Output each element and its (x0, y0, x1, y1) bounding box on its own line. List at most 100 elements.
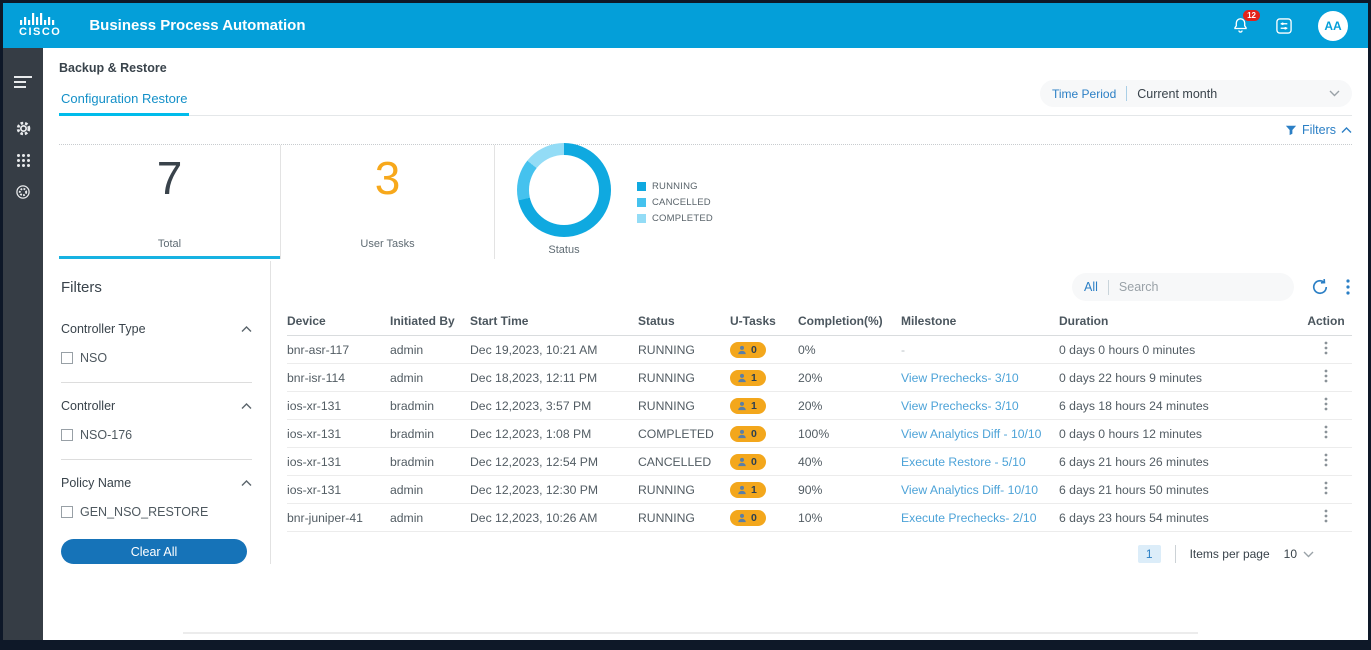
column-header[interactable]: Status (638, 314, 730, 328)
checkbox[interactable] (61, 429, 73, 441)
cell-milestone[interactable]: Execute Prechecks- 2/10 (901, 511, 1059, 525)
cell-u-tasks: 1 (730, 397, 798, 414)
filter-option-nso[interactable]: NSO (61, 351, 252, 365)
cell-initiated-by: admin (390, 482, 424, 497)
table-row[interactable]: ios-xr-131 bradmin Dec 12,2023, 12:54 PM… (287, 448, 1352, 476)
legend-item: COMPLETED (637, 213, 713, 224)
table-row[interactable]: ios-xr-131 bradmin Dec 12,2023, 3:57 PM … (287, 392, 1352, 420)
u-tasks-badge[interactable]: 0 (730, 509, 766, 526)
cell-duration: 0 days 0 hours 12 minutes (1059, 426, 1202, 441)
person-icon (738, 485, 746, 494)
cell-action[interactable] (1300, 453, 1352, 470)
cell-milestone[interactable]: View Analytics Diff- 10/10 (901, 483, 1059, 497)
chevron-up-icon (241, 479, 252, 486)
apps-grid-icon[interactable] (11, 148, 35, 172)
row-kebab-icon[interactable] (1324, 369, 1328, 383)
tab-configuration-restore[interactable]: Configuration Restore (59, 85, 190, 116)
filter-group-header[interactable]: Policy Name (61, 476, 252, 490)
table-row[interactable]: bnr-juniper-41 admin Dec 12,2023, 10:26 … (287, 504, 1352, 532)
table-header-row: Device Initiated By Start Time Status U-… (287, 309, 1352, 336)
avatar[interactable]: AA (1318, 10, 1348, 41)
cell-milestone[interactable]: View Prechecks- 3/10 (901, 399, 1059, 413)
breadcrumb: Backup & Restore (59, 61, 167, 75)
search-input[interactable] (1118, 280, 1249, 294)
cell-action[interactable] (1300, 369, 1352, 386)
u-tasks-badge[interactable]: 0 (730, 425, 766, 442)
checkbox[interactable] (61, 506, 73, 518)
app-header: CISCO Business Process Automation 12 AA (3, 3, 1368, 48)
cell-action[interactable] (1300, 341, 1352, 358)
u-tasks-badge[interactable]: 1 (730, 397, 766, 414)
cell-milestone[interactable]: View Analytics Diff - 10/10 (901, 427, 1059, 441)
cell-status: RUNNING (638, 510, 695, 525)
filter-group-header[interactable]: Controller (61, 399, 252, 413)
row-kebab-icon[interactable] (1324, 509, 1328, 523)
items-per-page-value: 10 (1283, 547, 1297, 561)
row-kebab-icon[interactable] (1324, 425, 1328, 439)
app-title: Business Process Automation (89, 17, 306, 34)
cell-completion: 40% (798, 454, 823, 469)
table-row[interactable]: bnr-isr-114 admin Dec 18,2023, 12:11 PM … (287, 364, 1352, 392)
page-number-button[interactable]: 1 (1137, 545, 1161, 563)
table-body: bnr-asr-117 admin Dec 19,2023, 10:21 AM … (287, 336, 1352, 532)
gear-icon[interactable] (11, 116, 35, 140)
row-kebab-icon[interactable] (1324, 341, 1328, 355)
cell-initiated-by: admin (390, 342, 424, 357)
filter-option-gen-nso-restore[interactable]: GEN_NSO_RESTORE (61, 505, 252, 519)
cell-milestone[interactable]: Execute Restore - 5/10 (901, 455, 1059, 469)
row-kebab-icon[interactable] (1324, 397, 1328, 411)
u-tasks-badge[interactable]: 0 (730, 341, 766, 358)
column-header[interactable]: Completion(%) (798, 314, 901, 328)
checkbox[interactable] (61, 352, 73, 364)
notifications-button[interactable]: 12 (1231, 10, 1260, 35)
menu-icon[interactable] (11, 70, 35, 94)
u-tasks-badge[interactable]: 0 (730, 453, 766, 470)
column-header[interactable]: Start Time (470, 314, 638, 328)
column-header[interactable]: U-Tasks (730, 314, 798, 328)
stat-total-value: 7 (156, 152, 183, 204)
cell-milestone[interactable]: View Prechecks- 3/10 (901, 371, 1059, 385)
cell-start-time: Dec 12,2023, 3:57 PM (470, 398, 592, 413)
settings-icon[interactable] (11, 180, 35, 204)
legend-swatch (637, 197, 646, 207)
search-scope-all[interactable]: All (1084, 280, 1098, 294)
legend-label: RUNNING (652, 180, 698, 192)
legend-swatch (637, 213, 646, 223)
apps-button[interactable] (1274, 16, 1294, 36)
items-per-page-select[interactable]: 10 (1284, 547, 1314, 561)
row-kebab-icon[interactable] (1324, 453, 1328, 467)
cell-u-tasks: 0 (730, 341, 798, 358)
refresh-button[interactable] (1310, 277, 1330, 297)
column-header[interactable]: Initiated By (390, 314, 470, 328)
column-header[interactable]: Action (1300, 314, 1352, 328)
table-row[interactable]: ios-xr-131 bradmin Dec 12,2023, 1:08 PM … (287, 420, 1352, 448)
filter-option-nso-176[interactable]: NSO-176 (61, 428, 252, 442)
u-tasks-badge[interactable]: 1 (730, 481, 766, 498)
u-tasks-badge[interactable]: 1 (730, 369, 766, 386)
filter-group-header[interactable]: Controller Type (61, 322, 252, 336)
cell-device: ios-xr-131 (287, 426, 342, 441)
stat-user-tasks[interactable]: 3 User Tasks (281, 145, 495, 259)
chevron-up-icon (241, 325, 252, 332)
time-period-select[interactable]: Time Period Current month (1040, 80, 1352, 107)
chevron-down-icon (1303, 551, 1314, 557)
cell-action[interactable] (1300, 509, 1352, 526)
clear-all-button[interactable]: Clear All (61, 539, 247, 564)
row-kebab-icon[interactable] (1324, 481, 1328, 495)
filters-toggle[interactable]: Filters (1285, 123, 1352, 137)
column-header[interactable]: Milestone (901, 314, 1059, 328)
chevron-up-icon (241, 402, 252, 409)
cell-action[interactable] (1300, 397, 1352, 414)
status-donut-chart[interactable] (517, 143, 611, 237)
search-bar[interactable]: All (1072, 273, 1294, 301)
column-header[interactable]: Duration (1059, 314, 1300, 328)
cell-action[interactable] (1300, 425, 1352, 442)
table-menu-button[interactable] (1346, 279, 1350, 295)
bottom-scrollbar-track[interactable] (183, 632, 1198, 634)
table-row[interactable]: bnr-asr-117 admin Dec 19,2023, 10:21 AM … (287, 336, 1352, 364)
table-row[interactable]: ios-xr-131 admin Dec 12,2023, 12:30 PM R… (287, 476, 1352, 504)
column-header[interactable]: Device (287, 314, 390, 328)
cell-action[interactable] (1300, 481, 1352, 498)
stat-total[interactable]: 7 Total (59, 145, 281, 259)
cell-completion: 100% (798, 426, 830, 441)
